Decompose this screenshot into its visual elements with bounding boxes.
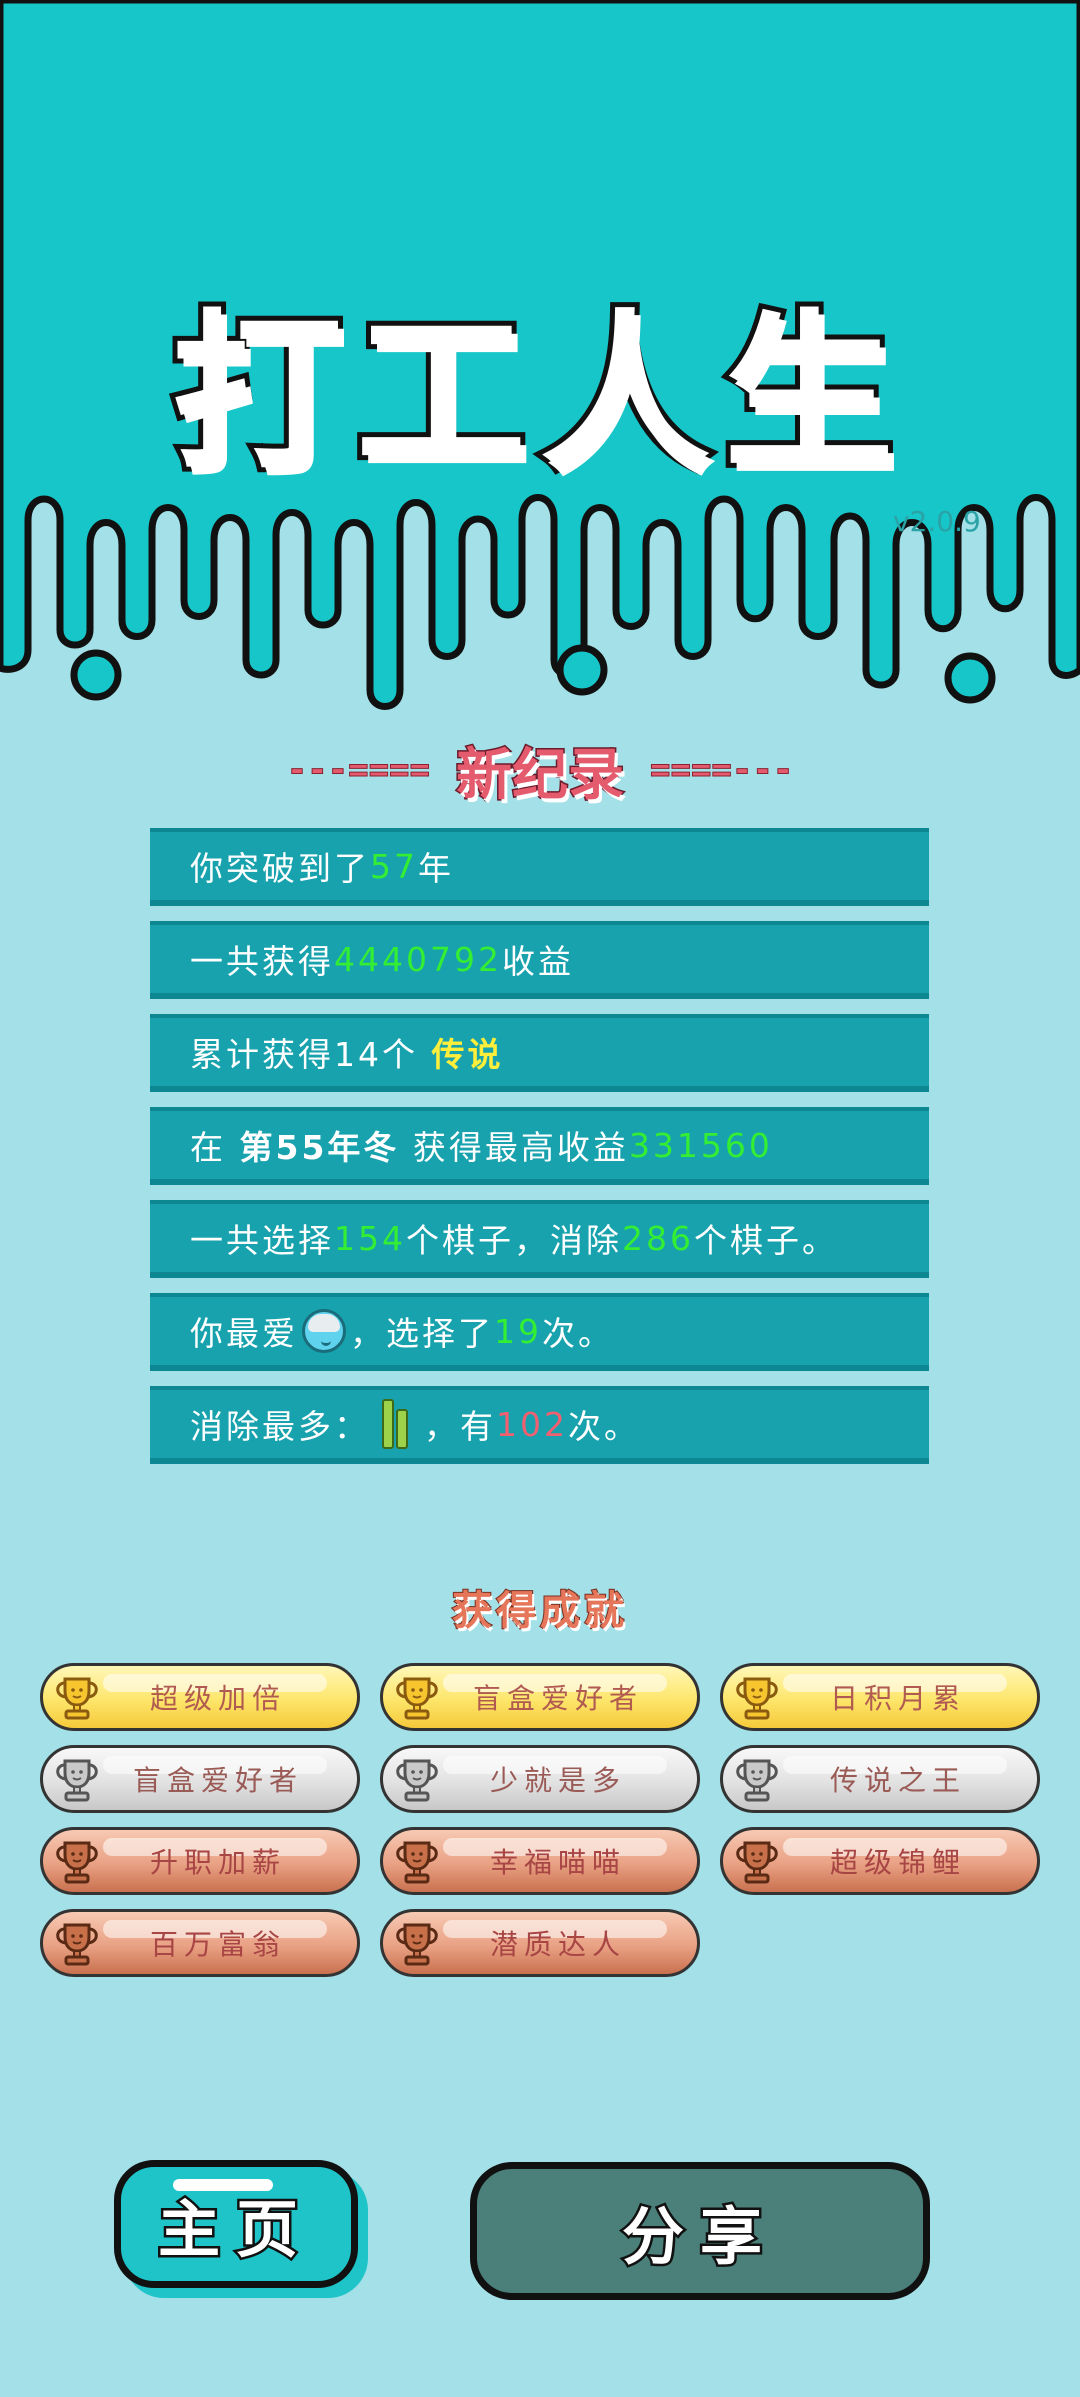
trophy-icon: [56, 1923, 98, 1966]
stat-value: 331560: [628, 1125, 773, 1165]
achievement-label: 少就是多: [489, 1764, 626, 1797]
achievement-badge[interactable]: 盲盒爱好者: [40, 1745, 360, 1813]
stat-text: 个棋子，消除: [406, 1221, 622, 1260]
trophy-icon: [736, 1841, 778, 1884]
stat-row-legends: 累计获得14个 传说: [150, 1014, 929, 1092]
achievement-label: 超级加倍: [149, 1682, 286, 1715]
stat-value: 286: [622, 1218, 694, 1258]
new-record-heading: ---==== 新纪录 ====---: [0, 735, 1080, 809]
stat-value: 4440792: [334, 939, 502, 979]
stat-row-income: 一共获得 4440792 收益: [150, 921, 929, 999]
heading-dash-left: ---====: [286, 750, 430, 791]
stat-value: 102: [496, 1404, 568, 1444]
stat-text: 获得最高收益: [399, 1128, 629, 1167]
stat-text: 累计获得14个: [190, 1035, 432, 1074]
stat-text: 个棋子。: [694, 1221, 838, 1260]
stat-row-most-removed: 消除最多： ，有 102 次。: [150, 1386, 929, 1464]
achievement-label: 潜质达人: [489, 1928, 626, 1961]
button-gloss: [173, 2179, 273, 2191]
stat-text: 次。: [542, 1314, 614, 1353]
home-button-label: 主页: [155, 2191, 314, 2269]
stat-text: 次。: [568, 1407, 640, 1446]
stat-text: 你突破到了: [190, 849, 370, 888]
achievement-label: 升职加薪: [149, 1846, 286, 1879]
achievement-badge[interactable]: 升职加薪: [40, 1827, 360, 1895]
achievement-badge[interactable]: 盲盒爱好者: [380, 1663, 700, 1731]
trophy-icon: [736, 1759, 778, 1802]
rice-bowl-icon: [302, 1309, 346, 1353]
home-button[interactable]: 主页: [114, 2160, 358, 2288]
stat-text: 在: [190, 1128, 240, 1167]
trophy-icon: [396, 1841, 438, 1884]
achievement-badge[interactable]: 超级锦鲤: [720, 1827, 1040, 1895]
achievements-title: 获得成就: [451, 1587, 628, 1635]
stat-text: ，选择了: [350, 1314, 494, 1353]
header-banner: 打工人生 v2.0.9: [0, 0, 1080, 720]
season-label: 第55年冬: [239, 1128, 400, 1167]
achievement-badge[interactable]: 少就是多: [380, 1745, 700, 1813]
achievement-badge[interactable]: 日积月累: [720, 1663, 1040, 1731]
achievement-label: 幸福喵喵: [489, 1846, 626, 1879]
stats-list: 你突破到了 57 年 一共获得 4440792 收益 累计获得14个 传说 在 第55年…: [150, 828, 929, 1479]
heading-dash-right: ====---: [649, 750, 794, 791]
trophy-icon: [736, 1677, 778, 1720]
achievements-grid: 超级加倍 盲盒爱好者 日积月累 盲盒爱好者 少就是多 传说之王 升职加薪 幸福喵喵 超级锦鲤 百万…: [40, 1663, 1040, 1977]
achievement-badge[interactable]: 超级加倍: [40, 1663, 360, 1731]
achievement-label: 百万富翁: [149, 1928, 286, 1961]
stat-text: 消除最多：: [190, 1407, 370, 1446]
achievement-badge[interactable]: 百万富翁: [40, 1909, 360, 1977]
stat-row-favorite: 你最爱 ，选择了 19 次。: [150, 1293, 929, 1371]
stat-row-years: 你突破到了 57 年: [150, 828, 929, 906]
stat-text: 收益: [501, 942, 574, 981]
version-label: v2.0.9: [893, 505, 981, 538]
stat-text: 你最爱: [190, 1314, 298, 1353]
trophy-icon: [396, 1677, 438, 1720]
stat-text: 一共获得: [190, 942, 334, 981]
trophy-icon: [56, 1841, 98, 1884]
stat-row-best-season: 在 第55年冬 获得最高收益 331560: [150, 1107, 929, 1185]
stat-value: 19: [494, 1311, 542, 1351]
new-record-title: 新纪录: [455, 741, 626, 809]
stat-text: 一共选择: [190, 1221, 334, 1260]
trophy-icon: [396, 1759, 438, 1802]
bamboo-icon: [374, 1399, 420, 1449]
stat-text: 年: [418, 849, 454, 888]
trophy-icon: [56, 1759, 98, 1802]
game-title: 打工人生: [167, 290, 908, 498]
stat-value: 57: [370, 846, 418, 886]
stat-row-pieces: 一共选择 154 个棋子，消除 286 个棋子。: [150, 1200, 929, 1278]
achievement-label: 盲盒爱好者: [132, 1764, 303, 1797]
trophy-icon: [396, 1923, 438, 1966]
share-button[interactable]: 分享: [470, 2162, 930, 2300]
achievement-badge[interactable]: 潜质达人: [380, 1909, 700, 1977]
stat-value: 154: [334, 1218, 406, 1258]
achievement-label: 日积月累: [829, 1682, 966, 1715]
stat-text: ，有: [424, 1407, 496, 1446]
achievement-badge[interactable]: 传说之王: [720, 1745, 1040, 1813]
achievement-badge[interactable]: 幸福喵喵: [380, 1827, 700, 1895]
achievement-label: 盲盒爱好者: [472, 1682, 643, 1715]
achievement-label: 传说之王: [829, 1764, 966, 1797]
legend-label: 传说: [431, 1035, 504, 1074]
achievement-label: 超级锦鲤: [829, 1846, 966, 1879]
share-button-label: 分享: [619, 2198, 778, 2276]
trophy-icon: [56, 1677, 98, 1720]
